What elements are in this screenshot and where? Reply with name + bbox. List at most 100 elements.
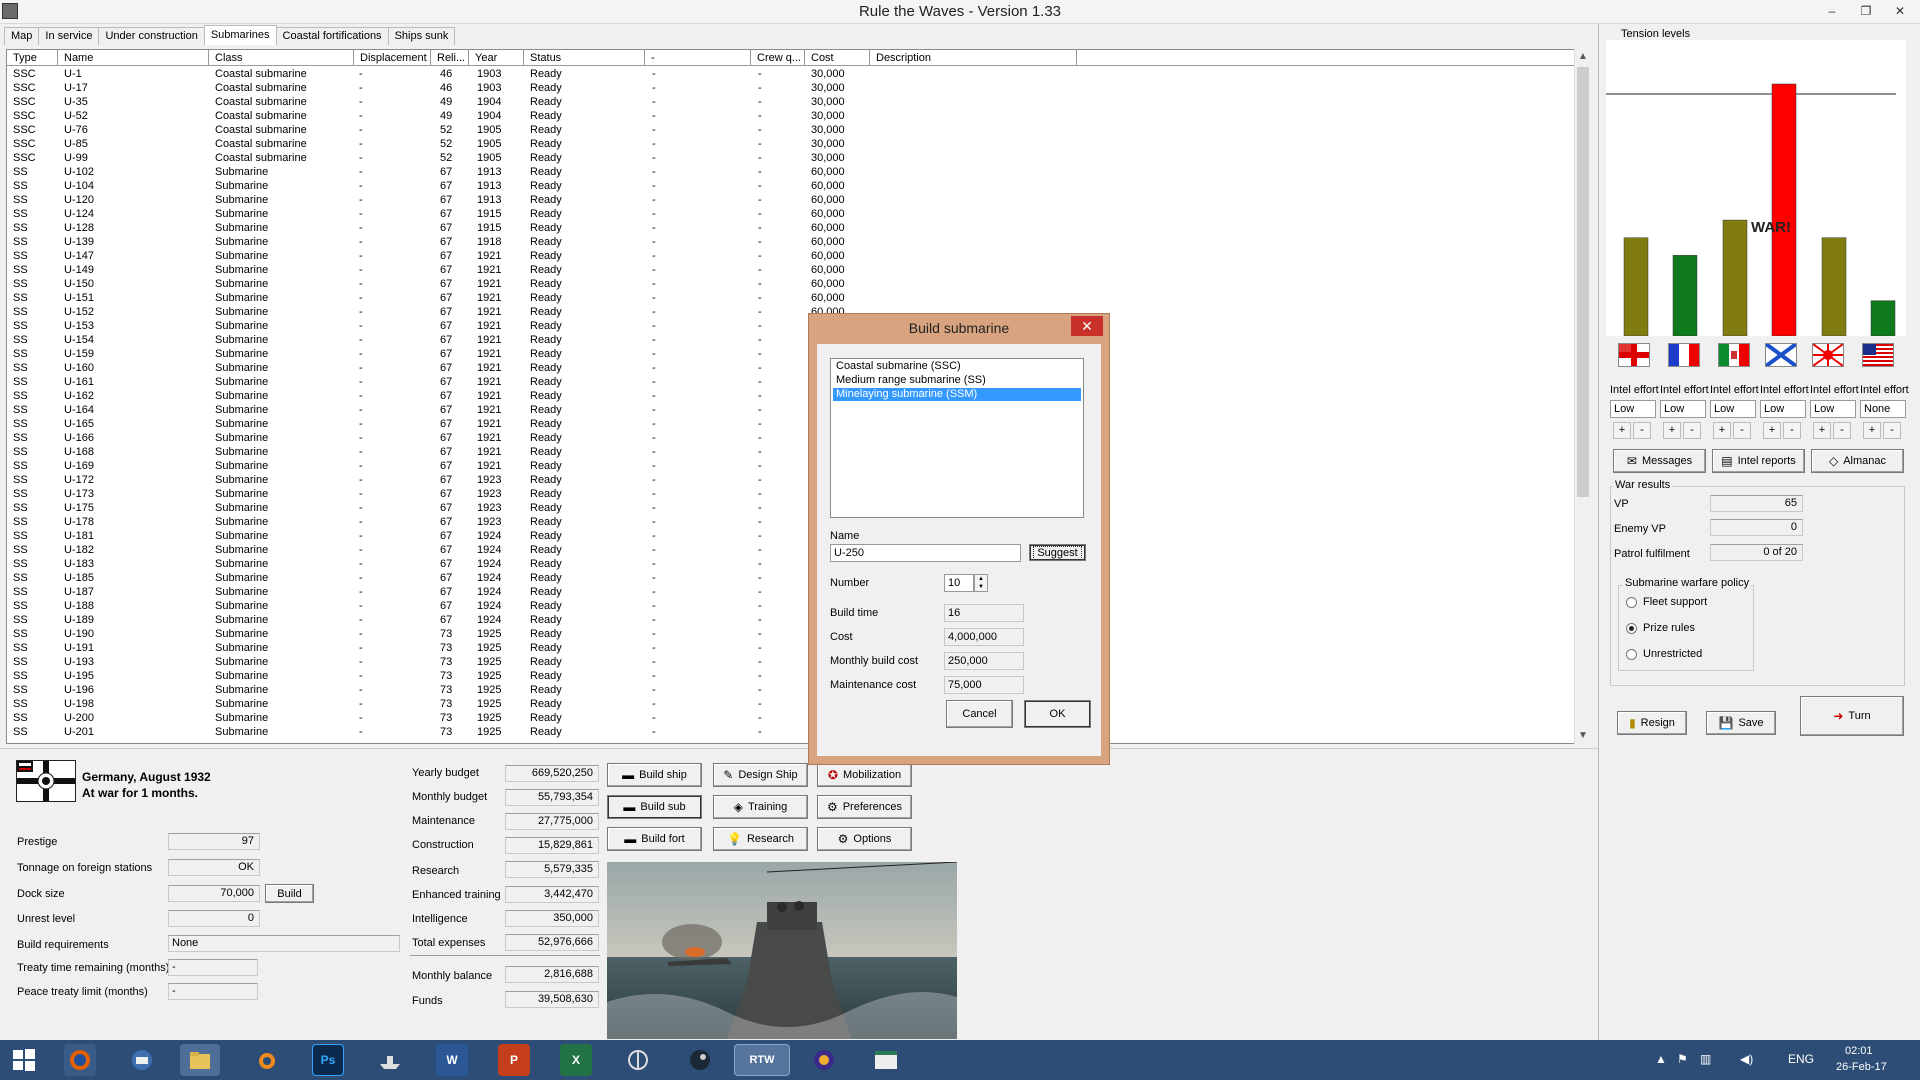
table-row[interactable]: SSU-172Submarine-671923Ready--6	[7, 473, 1575, 487]
tray-chevron-icon[interactable]: ▲	[1655, 1052, 1667, 1066]
col-name-header[interactable]: Name	[58, 50, 209, 66]
table-row[interactable]: SSU-124Submarine-671915Ready--60,000	[7, 207, 1575, 221]
table-row[interactable]: SSU-182Submarine-671924Ready--6	[7, 543, 1575, 557]
col-year-header[interactable]: Year	[469, 50, 524, 66]
ok-button[interactable]: OK	[1024, 700, 1091, 728]
col-cost-header[interactable]: Cost	[805, 50, 870, 66]
resign-button[interactable]: ▮Resign	[1617, 711, 1687, 735]
tab-coastal-fortifications[interactable]: Coastal fortifications	[276, 27, 389, 45]
col-description-header[interactable]: Description	[870, 50, 1077, 66]
col-class-header[interactable]: Class	[209, 50, 354, 66]
photoshop-icon[interactable]: Ps	[312, 1044, 344, 1076]
tab-map[interactable]: Map	[4, 27, 39, 45]
table-row[interactable]: SSU-191Submarine-731925Ready--6	[7, 641, 1575, 655]
dialog-close-button[interactable]: ✕	[1071, 316, 1103, 336]
intel-minus-button[interactable]: -	[1883, 422, 1901, 439]
blender-icon[interactable]	[250, 1044, 282, 1076]
steam-icon[interactable]	[684, 1044, 716, 1076]
table-row[interactable]: SSU-150Submarine-671921Ready--60,000	[7, 277, 1575, 291]
list-item[interactable]: Medium range submarine (SS)	[833, 374, 1081, 387]
table-row[interactable]: SSU-104Submarine-671913Ready--60,000	[7, 179, 1575, 193]
number-input[interactable]: 10	[944, 574, 974, 592]
steam-ship-icon[interactable]	[374, 1044, 406, 1076]
game-icon[interactable]	[808, 1044, 840, 1076]
table-row[interactable]: SSU-189Submarine-671924Ready--6	[7, 613, 1575, 627]
table-row[interactable]: SSU-195Submarine-731925Ready--6	[7, 669, 1575, 683]
intel-plus-button[interactable]: +	[1713, 422, 1731, 439]
unrestricted-label[interactable]: Unrestricted	[1643, 648, 1702, 660]
table-row[interactable]: SSU-151Submarine-671921Ready--60,000	[7, 291, 1575, 305]
table-row[interactable]: SSU-154Submarine-671921Ready--6	[7, 333, 1575, 347]
table-row[interactable]: SSU-185Submarine-671924Ready--6	[7, 571, 1575, 585]
windows-start-icon[interactable]	[8, 1044, 40, 1076]
prize-rules-label[interactable]: Prize rules	[1643, 622, 1695, 634]
submarine-type-list[interactable]: Coastal submarine (SSC) Medium range sub…	[830, 358, 1084, 518]
number-spinner[interactable]: ▲▼	[974, 574, 988, 592]
japan-flag[interactable]	[1812, 343, 1844, 367]
col-type-header[interactable]: Type	[7, 50, 58, 66]
intel-minus-button[interactable]: -	[1733, 422, 1751, 439]
table-row[interactable]: SSU-165Submarine-671921Ready--6	[7, 417, 1575, 431]
intel-plus-button[interactable]: +	[1813, 422, 1831, 439]
intel-plus-button[interactable]: +	[1863, 422, 1881, 439]
intel-plus-button[interactable]: +	[1663, 422, 1681, 439]
clock-time[interactable]: 02:01	[1845, 1045, 1873, 1057]
volume-icon[interactable]: ◀)	[1740, 1052, 1753, 1066]
table-row[interactable]: SSU-120Submarine-671913Ready--60,000	[7, 193, 1575, 207]
table-row[interactable]: SSU-153Submarine-671921Ready--6	[7, 319, 1575, 333]
table-row[interactable]: SSU-102Submarine-671913Ready--60,000	[7, 165, 1575, 179]
file-explorer-icon[interactable]	[180, 1044, 220, 1076]
intel-reports-button[interactable]: ▤Intel reports	[1712, 449, 1805, 473]
table-row[interactable]: SSU-178Submarine-671923Ready--6	[7, 515, 1575, 529]
design-ship-button[interactable]: ✎Design Ship	[713, 763, 808, 787]
table-row[interactable]: SSU-175Submarine-671923Ready--6	[7, 501, 1575, 515]
build-fort-button[interactable]: ▬Build fort	[607, 827, 702, 851]
table-row[interactable]: SSCU-85Coastal submarine-521905Ready--30…	[7, 137, 1575, 151]
table-row[interactable]: SSU-166Submarine-671921Ready--6	[7, 431, 1575, 445]
minimize-button[interactable]: –	[1816, 0, 1848, 22]
col-reliability-header[interactable]: Reli...	[431, 50, 469, 66]
france-flag[interactable]	[1668, 343, 1700, 367]
firefox-icon[interactable]	[64, 1044, 96, 1076]
options-button[interactable]: ⚙Options	[817, 827, 912, 851]
network-icon[interactable]: ▥	[1700, 1052, 1711, 1066]
build-dock-button[interactable]: Build	[265, 884, 314, 903]
col-crew-header[interactable]: Crew q...	[751, 50, 805, 66]
table-row[interactable]: SSU-188Submarine-671924Ready--6	[7, 599, 1575, 613]
list-item-selected[interactable]: Minelaying submarine (SSM)	[833, 388, 1081, 401]
intel-minus-button[interactable]: -	[1683, 422, 1701, 439]
table-row[interactable]: SSU-159Submarine-671921Ready--6	[7, 347, 1575, 361]
clock-date[interactable]: 26-Feb-17	[1836, 1061, 1887, 1073]
tab-in-service[interactable]: In service	[38, 27, 99, 45]
table-row[interactable]: SSCU-17Coastal submarine-461903Ready--30…	[7, 81, 1575, 95]
intel-effort-field[interactable]: None	[1860, 400, 1906, 418]
language-indicator[interactable]: ENG	[1788, 1052, 1814, 1066]
fleet-support-radio[interactable]	[1626, 597, 1637, 608]
scroll-thumb[interactable]	[1577, 67, 1589, 497]
table-row[interactable]: SSU-152Submarine-671921Ready--60,000	[7, 305, 1575, 319]
table-row[interactable]: SSU-149Submarine-671921Ready--60,000	[7, 263, 1575, 277]
list-item[interactable]: Coastal submarine (SSC)	[833, 360, 1081, 373]
fleet-support-label[interactable]: Fleet support	[1643, 596, 1707, 608]
intel-plus-button[interactable]: +	[1613, 422, 1631, 439]
tab-submarines[interactable]: Submarines	[204, 25, 277, 45]
table-row[interactable]: SSU-162Submarine-671921Ready--6	[7, 389, 1575, 403]
powerpoint-icon[interactable]: P	[498, 1044, 530, 1076]
excel-icon[interactable]: X	[560, 1044, 592, 1076]
intel-plus-button[interactable]: +	[1763, 422, 1781, 439]
russia-flag[interactable]	[1765, 343, 1797, 367]
maximize-button[interactable]: ❐	[1850, 0, 1882, 22]
messages-button[interactable]: ✉Messages	[1613, 449, 1706, 473]
intel-effort-field[interactable]: Low	[1610, 400, 1656, 418]
table-row[interactable]: SSCU-35Coastal submarine-491904Ready--30…	[7, 95, 1575, 109]
table-row[interactable]: SSCU-52Coastal submarine-491904Ready--30…	[7, 109, 1575, 123]
tab-ships-sunk[interactable]: Ships sunk	[388, 27, 456, 45]
mobilization-button[interactable]: ✪Mobilization	[817, 763, 912, 787]
close-button[interactable]: ✕	[1884, 0, 1916, 22]
col-dash-header[interactable]: -	[645, 50, 751, 66]
table-row[interactable]: SSU-181Submarine-671924Ready--6	[7, 529, 1575, 543]
table-row[interactable]: SSU-187Submarine-671924Ready--6	[7, 585, 1575, 599]
rtw-icon[interactable]: RTW	[734, 1044, 790, 1076]
table-row[interactable]: SSU-168Submarine-671921Ready--6	[7, 445, 1575, 459]
table-row[interactable]: SSU-201Submarine-731925Ready--6	[7, 725, 1575, 739]
